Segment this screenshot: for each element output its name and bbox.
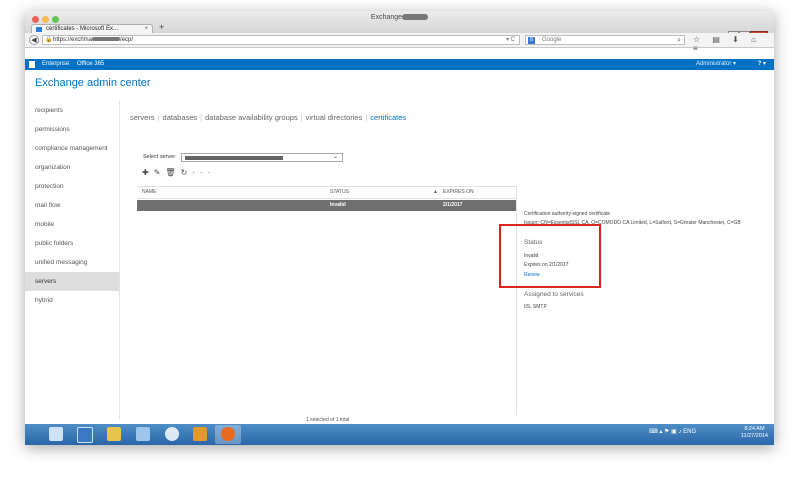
- browser-window: Exchange certificates - Microsoft Ex... …: [25, 11, 774, 445]
- refresh-icon[interactable]: ↻: [181, 168, 193, 177]
- network-icon[interactable]: [136, 427, 150, 441]
- sidebar-item-organization[interactable]: organization: [25, 158, 119, 177]
- column-name[interactable]: NAME: [142, 187, 156, 198]
- server-select-dropdown[interactable]: ⌄: [181, 153, 343, 162]
- tab-certificates[interactable]: certificates: [370, 113, 406, 122]
- sidebar-item-unified-messaging[interactable]: unified messaging: [25, 253, 119, 272]
- tab-databases[interactable]: databases: [163, 113, 198, 122]
- tab-database-availability-groups[interactable]: database availability groups: [205, 113, 298, 122]
- window-title: Exchange: [25, 14, 774, 21]
- edit-icon[interactable]: ✎: [154, 168, 166, 177]
- tray-arrow-icon[interactable]: ▴: [659, 429, 662, 435]
- new-tab-button[interactable]: +: [159, 22, 164, 32]
- window-controls: –▭✕: [728, 24, 768, 40]
- sidebar-item-compliance-management[interactable]: compliance management: [25, 139, 119, 158]
- keyboard-icon[interactable]: ⌨: [649, 429, 658, 435]
- sidebar-item-mobile[interactable]: mobile: [25, 215, 119, 234]
- detail-divider: [516, 186, 517, 415]
- taskbar: ⌨ ▴ ⚑ ▣ ♪ ENG 8:24 AM 11/27/2014: [25, 424, 774, 445]
- browser-toolbar-icons[interactable]: ☆ ▤ ⬇ ⌂ ≡: [693, 35, 774, 53]
- magnifier-icon[interactable]: ⌕: [677, 36, 681, 45]
- server-manager-icon[interactable]: [49, 427, 63, 441]
- tab-virtual-directories[interactable]: virtual directories: [306, 113, 363, 122]
- url-suffix: /ecp/: [120, 37, 134, 43]
- office365-link[interactable]: Office 365: [77, 59, 104, 70]
- address-bar[interactable]: 🔒 https://exchma/ecp/ ▾ C: [42, 35, 520, 45]
- services-value: IIS, SMTP: [524, 304, 547, 310]
- cert-type: Certification authority-signed certifica…: [524, 211, 611, 217]
- system-tray: ⌨ ▴ ⚑ ▣ ♪ ENG: [649, 428, 696, 435]
- lock-icon: 🔒: [45, 37, 53, 43]
- services-heading: Assigned to services: [524, 291, 584, 298]
- nav-divider: [119, 101, 120, 419]
- tab-separator: |: [365, 113, 368, 122]
- sidebar-item-servers[interactable]: servers: [25, 272, 119, 291]
- time: 8:24 AM: [744, 426, 765, 432]
- file-explorer-icon[interactable]: [107, 427, 121, 441]
- title-bar: Exchange certificates - Microsoft Ex... …: [25, 11, 774, 40]
- more-icon[interactable]: ···: [192, 168, 215, 177]
- back-button[interactable]: ◀: [29, 35, 39, 45]
- page-title: Exchange admin center: [35, 77, 151, 89]
- plus-icon[interactable]: ✚: [142, 168, 154, 177]
- flag-icon[interactable]: ⚑: [664, 429, 669, 435]
- redacted-server-name: [185, 156, 283, 160]
- exchange-admin-center: Exchange admin center recipients permissi…: [25, 70, 774, 424]
- left-navigation: recipients permissions compliance manageme…: [25, 101, 119, 310]
- navigation-bar: ◀ 🔒 https://exchma/ecp/ ▾ C 8 Google ⌕ ☆…: [25, 33, 774, 53]
- redacted-text: [402, 14, 429, 21]
- volume-icon[interactable]: ♪: [678, 429, 681, 435]
- firefox-icon[interactable]: [221, 427, 235, 441]
- sidebar-item-protection[interactable]: protection: [25, 177, 119, 196]
- exchange-favicon-icon: [36, 27, 42, 32]
- office365-bar: Enterprise Office 365 Administrator ▾ ? …: [25, 59, 774, 70]
- url-text: https://exchma: [53, 37, 93, 43]
- tab-separator: |: [300, 113, 303, 122]
- sort-asc-icon[interactable]: ▲: [433, 187, 438, 198]
- sidebar-item-recipients[interactable]: recipients: [25, 101, 119, 120]
- help-menu[interactable]: ? ▾: [758, 59, 766, 70]
- enterprise-link[interactable]: Enterprise: [42, 59, 69, 70]
- grid-header: NAME STATUS ▲ EXPIRES ON: [137, 186, 516, 199]
- sub-tabs: servers | databases | database availability …: [130, 113, 406, 122]
- reload-icon[interactable]: ▾ C: [506, 36, 515, 45]
- internet-explorer-icon[interactable]: [165, 427, 179, 441]
- date: 11/27/2014: [740, 433, 768, 439]
- sidebar-item-public-folders[interactable]: public folders: [25, 234, 119, 253]
- google-search-icon: 8: [528, 37, 535, 44]
- search-input[interactable]: 8 Google ⌕: [525, 35, 685, 45]
- chevron-down-icon: ⌄: [332, 154, 338, 160]
- table-row[interactable]: Invalid 2/1/2017: [137, 200, 516, 211]
- network-tray-icon[interactable]: ▣: [671, 429, 677, 435]
- sidebar-item-mail-flow[interactable]: mail flow: [25, 196, 119, 215]
- grid-footer: 1 selected of 1 total: [306, 417, 350, 423]
- language-indicator[interactable]: ENG: [683, 429, 696, 435]
- redacted-url: [92, 37, 121, 42]
- tab-label: certificates - Microsoft Ex...: [46, 26, 119, 32]
- column-status[interactable]: STATUS: [330, 187, 349, 198]
- row-status: Invalid: [330, 202, 346, 208]
- search-placeholder: Google: [542, 37, 562, 43]
- row-expires: 2/1/2017: [443, 202, 463, 208]
- action-toolbar: ✚✎🗑↻···: [142, 168, 215, 177]
- tab-servers[interactable]: servers: [130, 113, 155, 122]
- browser-tab[interactable]: certificates - Microsoft Ex... ×: [31, 24, 153, 33]
- delete-icon[interactable]: 🗑: [165, 168, 180, 177]
- tab-separator: |: [200, 113, 203, 122]
- highlight-box: [499, 224, 601, 288]
- admin-menu[interactable]: Administrator ▾: [696, 59, 736, 70]
- clock[interactable]: 8:24 AM 11/27/2014: [741, 426, 768, 440]
- sidebar-item-permissions[interactable]: permissions: [25, 120, 119, 139]
- select-server-label: Select server:: [143, 154, 177, 160]
- powershell-icon[interactable]: [77, 427, 93, 443]
- tab-separator: |: [157, 113, 160, 122]
- exchange-shell-icon[interactable]: [193, 427, 207, 441]
- column-expires[interactable]: EXPIRES ON: [443, 187, 474, 198]
- office-logo-icon[interactable]: [29, 61, 35, 68]
- sidebar-item-hybrid[interactable]: hybrid: [25, 291, 119, 310]
